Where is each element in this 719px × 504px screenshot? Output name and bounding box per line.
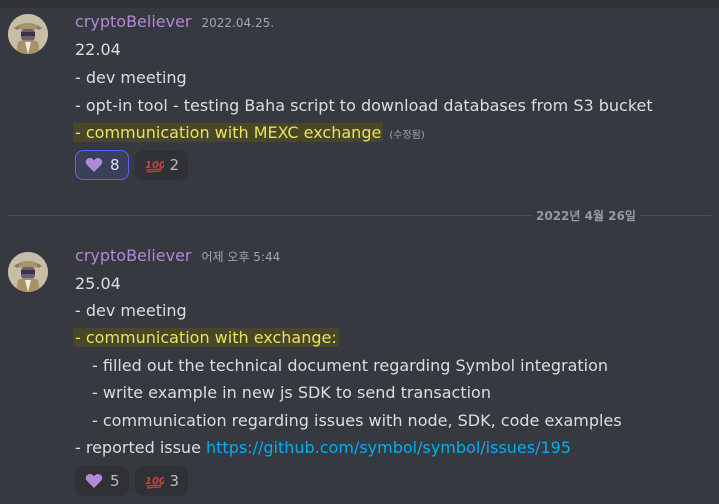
reaction-count: 3 bbox=[169, 472, 180, 490]
reaction-purple-heart[interactable]: 5 bbox=[75, 466, 129, 496]
hundred-points-icon: 100 bbox=[144, 472, 164, 490]
hundred-points-icon: 100 bbox=[144, 156, 164, 174]
message-line: - communication regarding issues with no… bbox=[92, 411, 622, 430]
author-name[interactable]: cryptoBeliever bbox=[75, 246, 192, 265]
message-line: - dev meeting bbox=[75, 301, 187, 320]
highlighted-text: - communication with exchange: bbox=[73, 328, 339, 347]
line-prefix: - reported issue bbox=[75, 438, 206, 457]
message-line: - write example in new js SDK to send tr… bbox=[92, 383, 491, 402]
edited-marker: (수정됨) bbox=[389, 130, 425, 141]
message-line: 22.04 bbox=[75, 40, 121, 59]
avatar-image bbox=[8, 252, 48, 292]
reactions: 5 100 3 bbox=[75, 466, 189, 496]
timestamp[interactable]: 2022.04.25. bbox=[202, 16, 275, 30]
author-name[interactable]: cryptoBeliever bbox=[75, 12, 192, 31]
message-header: cryptoBeliever 어제 오후 5:44 bbox=[75, 246, 280, 270]
highlighted-text: - communication with MEXC exchange bbox=[73, 123, 384, 142]
reaction-count: 8 bbox=[110, 156, 120, 174]
avatar[interactable] bbox=[8, 252, 48, 292]
avatar[interactable] bbox=[8, 14, 48, 54]
message-line: 25.04 bbox=[75, 274, 121, 293]
reaction-hundred[interactable]: 100 3 bbox=[134, 466, 189, 496]
purple-heart-icon bbox=[84, 472, 104, 490]
avatar-image bbox=[8, 14, 48, 54]
reaction-count: 5 bbox=[110, 472, 120, 490]
reactions: 8 100 2 bbox=[75, 150, 189, 180]
issue-link[interactable]: https://github.com/symbol/symbol/issues/… bbox=[206, 438, 571, 457]
message-line: - filled out the technical document rega… bbox=[92, 356, 609, 375]
timestamp[interactable]: 어제 오후 5:44 bbox=[202, 248, 281, 265]
message-line: - reported issue https://github.com/symb… bbox=[75, 437, 571, 459]
channel-top-bar bbox=[0, 0, 719, 8]
message-line: - dev meeting bbox=[75, 68, 187, 87]
message-line-highlighted: - communication with exchange: bbox=[73, 327, 339, 349]
message-line: - opt-in tool - testing Baha script to d… bbox=[75, 96, 653, 115]
purple-heart-icon bbox=[84, 156, 104, 174]
message-line-highlighted: - communication with MEXC exchange (수정됨) bbox=[73, 122, 425, 147]
reaction-hundred[interactable]: 100 2 bbox=[134, 150, 189, 180]
message-header: cryptoBeliever 2022.04.25. bbox=[75, 12, 274, 36]
reaction-purple-heart[interactable]: 8 bbox=[75, 150, 129, 180]
date-divider-label: 2022년 4월 26일 bbox=[532, 207, 640, 224]
reaction-count: 2 bbox=[169, 156, 180, 174]
